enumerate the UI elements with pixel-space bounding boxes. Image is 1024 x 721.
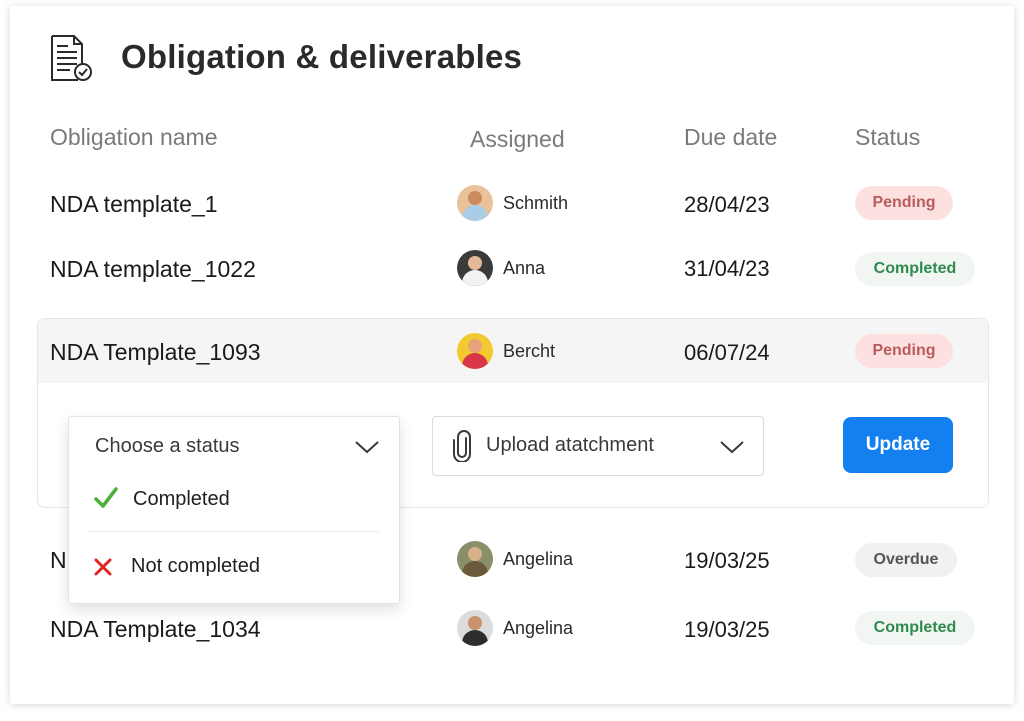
assignee-name: Angelina xyxy=(503,548,574,569)
due-date: 31/04/23 xyxy=(684,256,770,281)
status-badge: Completed xyxy=(855,252,975,286)
upload-label: Upload atatchment xyxy=(486,434,654,456)
assignee: Schmith xyxy=(457,185,568,221)
avatar xyxy=(457,250,493,286)
due-date: 28/04/23 xyxy=(684,192,770,217)
avatar xyxy=(457,333,493,369)
obligation-name: NDA template_1022 xyxy=(50,256,256,282)
status-dropdown[interactable]: Choose a status Completed Not completed xyxy=(68,416,400,604)
avatar xyxy=(457,185,493,221)
cross-icon xyxy=(94,558,112,576)
assignee-name: Anna xyxy=(503,257,546,278)
obligation-name: N xyxy=(50,547,67,573)
column-header-status: Status xyxy=(855,124,921,150)
upload-attachment-select[interactable]: Upload atatchment xyxy=(432,416,764,476)
chevron-down-icon xyxy=(355,441,379,454)
update-button[interactable]: Update xyxy=(843,417,953,473)
option-label: Not completed xyxy=(131,555,260,577)
checkmark-icon xyxy=(94,487,118,508)
due-date: 19/03/25 xyxy=(684,617,770,642)
obligation-name: NDA template_1 xyxy=(50,191,218,217)
assignee-name: Bercht xyxy=(503,340,556,361)
obligation-name: NDA Template_1034 xyxy=(50,616,261,642)
assignee-name: Angelina xyxy=(503,617,574,638)
avatar xyxy=(457,541,493,577)
divider xyxy=(87,531,379,532)
assignee: Angelina xyxy=(457,610,573,646)
status-select-placeholder: Choose a status xyxy=(95,435,240,457)
column-header-assigned: Assigned xyxy=(470,126,565,152)
column-header-due: Due date xyxy=(684,124,778,150)
status-badge: Pending xyxy=(855,186,953,220)
obligation-name: NDA Template_1093 xyxy=(50,339,261,365)
option-label: Completed xyxy=(133,488,230,510)
due-date: 06/07/24 xyxy=(684,340,770,365)
assignee-name: Schmith xyxy=(503,192,569,213)
assignee: Anna xyxy=(457,250,545,286)
due-date: 19/03/25 xyxy=(684,548,770,573)
status-badge: Completed xyxy=(855,611,975,645)
assignee: Angelina xyxy=(457,541,573,577)
document-check-icon xyxy=(48,34,94,82)
chevron-down-icon xyxy=(720,441,744,454)
avatar xyxy=(457,610,493,646)
assignee: Bercht xyxy=(457,333,555,369)
status-badge: Overdue xyxy=(855,543,957,577)
column-header-name: Obligation name xyxy=(50,124,218,150)
paperclip-icon xyxy=(453,430,471,462)
page-title: Obligation & deliverables xyxy=(121,38,523,75)
status-badge: Pending xyxy=(855,334,953,368)
